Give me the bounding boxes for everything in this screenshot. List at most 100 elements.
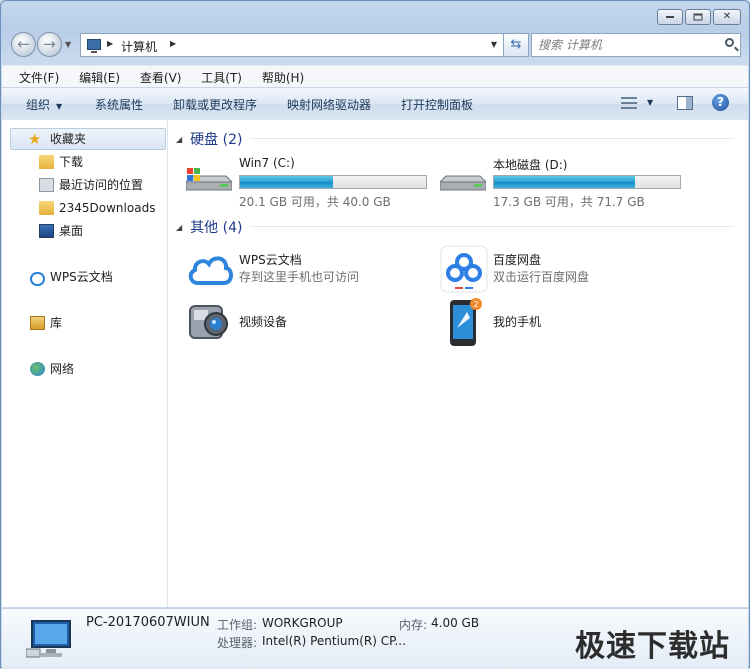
refresh-button[interactable]: ⇆ [504, 33, 529, 57]
item-name: 视频设备 [239, 315, 288, 329]
section-title: 其他 (4) [190, 220, 243, 236]
sidebar-item-label: 桌面 [59, 224, 84, 238]
drive-usage-fill [494, 176, 636, 188]
organize-label: 组织 [26, 98, 51, 112]
sidebar-item-label: 最近访问的位置 [59, 178, 144, 192]
open-control-panel-button[interactable]: 打开控制面板 [401, 96, 473, 113]
uninstall-program-button[interactable]: 卸载或更改程序 [173, 96, 257, 113]
menu-view[interactable]: 查看(V) [140, 66, 182, 86]
maximize-icon [693, 13, 703, 21]
baidu-netdisk-icon [440, 245, 488, 293]
memory-label: 内存: [399, 618, 428, 632]
preview-pane-icon[interactable] [677, 96, 693, 110]
drive-name: Win7 (C:) [239, 156, 295, 170]
collapse-triangle-icon: ◢ [176, 135, 183, 144]
computer-name: PC-20170607WIUN [86, 615, 210, 630]
computer-monitor-icon [26, 620, 71, 658]
sidebar-item-label: 下载 [59, 155, 84, 169]
hard-drive-windows-icon [186, 168, 232, 191]
system-properties-button[interactable]: 系统属性 [95, 96, 143, 113]
address-dropdown-icon[interactable]: ▼ [491, 40, 497, 49]
workgroup-label: 工作组: [217, 618, 258, 632]
menu-bar: 文件(F) 编辑(E) 查看(V) 工具(T) 帮助(H) [2, 65, 748, 87]
forward-button[interactable]: → [37, 32, 62, 57]
menu-file[interactable]: 文件(F) [19, 66, 59, 86]
section-divider [250, 226, 734, 227]
network-icon [30, 362, 45, 376]
item-baidu-netdisk[interactable]: 百度网盘 双击运行百度网盘 [440, 245, 680, 293]
notification-badge: 2 [473, 300, 478, 309]
details-pane: PC-20170607WIUN 工作组: WORKGROUP 内存: 4.00 … [2, 608, 748, 669]
navigation-pane: ★ 收藏夹 下载 最近访问的位置 2345Downloads 桌面 WPS云文档… [2, 120, 168, 607]
sidebar-item-label: WPS云文档 [50, 270, 113, 284]
caption-buttons: ✕ [655, 9, 741, 25]
item-description: 存到这里手机也可访问 [239, 270, 360, 284]
drive-d[interactable]: 本地磁盘 (D:) 17.3 GB 可用，共 71.7 GB [440, 156, 690, 209]
close-icon: ✕ [722, 11, 732, 22]
star-icon: ★ [28, 130, 42, 148]
recent-places-icon [39, 178, 54, 192]
drive-usage-bar [239, 175, 427, 189]
organize-button[interactable]: 组织 ▼ [26, 96, 62, 113]
cloud-icon [30, 272, 45, 286]
minimize-button[interactable] [657, 9, 683, 25]
search-input[interactable] [538, 37, 708, 53]
sidebar-item-label: 收藏夹 [50, 132, 87, 146]
sidebar-item-label: 网络 [50, 362, 75, 376]
collapse-triangle-icon: ◢ [176, 223, 183, 232]
sidebar-item-label: 2345Downloads [59, 201, 156, 215]
item-name: WPS云文档 [239, 253, 302, 267]
hard-drive-icon [440, 175, 486, 191]
back-button[interactable]: ← [11, 32, 36, 57]
drive-free-space: 20.1 GB 可用，共 40.0 GB [239, 195, 391, 209]
section-header-hard-disks[interactable]: ◢ 硬盘 (2) [176, 129, 242, 149]
section-title: 硬盘 (2) [190, 132, 243, 148]
map-network-drive-button[interactable]: 映射网络驱动器 [287, 96, 371, 113]
breadcrumb-arrow-icon[interactable]: ▶ [170, 39, 176, 48]
processor-value: Intel(R) Pentium(R) CP... [262, 634, 406, 648]
drive-usage-fill [240, 176, 333, 188]
view-options-dropdown-icon[interactable]: ▼ [647, 98, 653, 107]
item-name: 我的手机 [493, 315, 542, 329]
drive-name: 本地磁盘 (D:) [493, 158, 568, 172]
maximize-button[interactable] [685, 9, 711, 25]
breadcrumb-arrow-icon[interactable]: ▶ [107, 39, 113, 48]
workgroup-value: WORKGROUP [262, 616, 343, 630]
computer-icon [87, 39, 101, 53]
drive-c[interactable]: Win7 (C:) 20.1 GB 可用，共 40.0 GB [186, 156, 436, 209]
minimize-icon [666, 16, 674, 18]
menu-tools[interactable]: 工具(T) [201, 66, 242, 86]
library-icon [30, 316, 45, 330]
sidebar-item-favorites[interactable]: ★ 收藏夹 [10, 128, 166, 150]
downloads-folder-icon [39, 155, 54, 169]
breadcrumb-computer[interactable]: 计算机 [121, 38, 157, 55]
address-bar[interactable]: ▶ 计算机 ▶ ▼ [80, 33, 504, 57]
drive-usage-bar [493, 175, 681, 189]
item-wps-cloud[interactable]: WPS云文档 存到这里手机也可访问 [186, 245, 426, 293]
watermark-text: 极速下载站 [575, 629, 730, 664]
item-description: 双击运行百度网盘 [493, 270, 590, 284]
sidebar-item-label: 库 [50, 316, 63, 330]
section-divider [250, 138, 734, 139]
menu-help[interactable]: 帮助(H) [262, 66, 304, 86]
desktop-icon [39, 224, 54, 238]
item-name: 百度网盘 [493, 253, 542, 267]
change-view-icon[interactable] [621, 96, 637, 110]
help-icon[interactable]: ? [712, 94, 729, 111]
explorer-window: ✕ ← → ▼ ▶ 计算机 ▶ ▼ ⇆ 文件(F) 编辑(E) 查看(V) 工具… [0, 0, 750, 669]
recent-pages-dropdown[interactable]: ▼ [65, 40, 71, 49]
search-icon[interactable] [725, 38, 734, 47]
phone-icon: 2 [450, 298, 482, 346]
memory-value: 4.00 GB [431, 616, 480, 630]
video-camera-icon [189, 305, 228, 339]
wps-cloud-icon [188, 256, 233, 285]
menu-edit[interactable]: 编辑(E) [79, 66, 120, 86]
folder-icon [39, 201, 54, 215]
processor-label: 处理器: [217, 636, 258, 650]
search-box [531, 33, 741, 57]
section-header-other[interactable]: ◢ 其他 (4) [176, 217, 242, 237]
drive-free-space: 17.3 GB 可用，共 71.7 GB [493, 195, 645, 209]
item-my-phone[interactable]: 2 我的手机 [440, 298, 680, 346]
item-video-device[interactable]: 视频设备 [186, 298, 426, 346]
close-button[interactable]: ✕ [713, 9, 741, 25]
